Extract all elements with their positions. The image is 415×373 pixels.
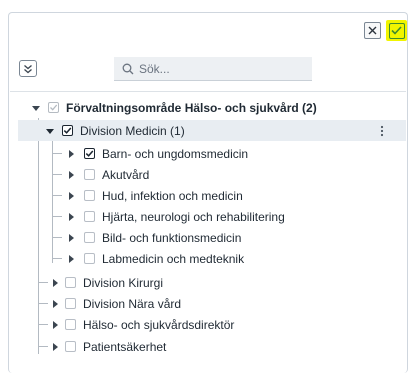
tree-guide-line xyxy=(52,258,62,259)
tree-node-child[interactable]: Akutvård xyxy=(66,164,149,185)
caret-down-icon[interactable] xyxy=(45,126,55,136)
tree-node-child[interactable]: Labmedicin och medteknik xyxy=(66,248,244,269)
tree-guide-line xyxy=(52,140,53,263)
checkbox-unchecked[interactable] xyxy=(84,232,95,243)
search-placeholder: Sök... xyxy=(139,61,170,76)
caret-right-icon[interactable] xyxy=(66,191,76,201)
caret-right-icon[interactable] xyxy=(50,320,60,330)
caret-right-icon[interactable] xyxy=(66,170,76,180)
checkbox-unchecked[interactable] xyxy=(65,298,76,309)
close-icon xyxy=(368,26,377,35)
expand-all-icon xyxy=(24,64,32,73)
tree-node-label: Division Medicin (1) xyxy=(80,123,185,138)
search-input[interactable]: Sök... xyxy=(114,57,312,81)
checkbox-partial[interactable] xyxy=(48,102,59,113)
tree-node-division-medicin[interactable]: Division Medicin (1) xyxy=(45,120,185,141)
checkbox-unchecked[interactable] xyxy=(65,341,76,352)
tree-guide-line xyxy=(38,346,48,347)
caret-right-icon[interactable] xyxy=(50,278,60,288)
close-button[interactable] xyxy=(364,22,381,39)
caret-down-icon[interactable] xyxy=(31,103,41,113)
caret-right-icon[interactable] xyxy=(66,254,76,264)
tree-node-label: Division Kirurgi xyxy=(83,275,164,290)
tree-guide-line xyxy=(38,303,48,304)
tree-node-label: Hälso- och sjukvårdsdirektör xyxy=(83,317,235,332)
checkbox-unchecked[interactable] xyxy=(65,319,76,330)
check-icon xyxy=(391,26,402,35)
caret-right-icon[interactable] xyxy=(66,212,76,222)
tree-node-child[interactable]: Hjärta, neurologi och rehabilitering xyxy=(66,206,285,227)
confirm-button[interactable] xyxy=(386,20,407,41)
tree-node-root[interactable]: Förvaltningsområde Hälso- och sjukvård (… xyxy=(31,97,317,118)
tree-node-sibling[interactable]: Hälso- och sjukvårdsdirektör xyxy=(50,314,234,335)
caret-right-icon[interactable] xyxy=(66,233,76,243)
tree-guide-line xyxy=(38,324,48,325)
tree-node-label: Patientsäkerhet xyxy=(83,339,167,354)
expand-all-button[interactable] xyxy=(19,60,37,77)
tree-node-child[interactable]: Barn- och ungdomsmedicin xyxy=(66,143,248,164)
tree-node-sibling[interactable]: Division Kirurgi xyxy=(50,272,163,293)
checkbox-unchecked[interactable] xyxy=(84,190,95,201)
tree-node-label: Labmedicin och medteknik xyxy=(102,251,245,266)
checkbox-unchecked[interactable] xyxy=(84,169,95,180)
checkbox-checked[interactable] xyxy=(84,148,95,159)
checkbox-unchecked[interactable] xyxy=(84,253,95,264)
tree-node-sibling[interactable]: Division Nära vård xyxy=(50,293,181,314)
tree-node-label: Förvaltningsområde Hälso- och sjukvård (… xyxy=(66,100,317,115)
tree-node-child[interactable]: Hud, infektion och medicin xyxy=(66,185,243,206)
more-options-icon[interactable] xyxy=(380,125,384,137)
tree-guide-line xyxy=(52,216,62,217)
tree-guide-line xyxy=(52,237,62,238)
tree-guide-line xyxy=(52,174,62,175)
tree-guide-line xyxy=(52,195,62,196)
checkbox-unchecked[interactable] xyxy=(84,211,95,222)
tree-node-label: Division Nära vård xyxy=(83,296,182,311)
tree-node-label: Hud, infektion och medicin xyxy=(102,188,243,203)
divider xyxy=(10,91,406,92)
caret-right-icon[interactable] xyxy=(66,149,76,159)
checkbox-checked[interactable] xyxy=(62,125,73,136)
caret-right-icon[interactable] xyxy=(50,342,60,352)
tree-node-label: Akutvård xyxy=(102,167,150,182)
tree-node-label: Hjärta, neurologi och rehabilitering xyxy=(102,209,285,224)
checkbox-unchecked[interactable] xyxy=(65,277,76,288)
caret-right-icon[interactable] xyxy=(50,299,60,309)
tree-node-label: Bild- och funktionsmedicin xyxy=(102,230,242,245)
tree-guide-line xyxy=(38,282,48,283)
search-icon xyxy=(122,63,134,74)
tree-node-child[interactable]: Bild- och funktionsmedicin xyxy=(66,227,241,248)
tree-guide-line xyxy=(38,118,39,354)
tree-guide-line xyxy=(52,153,62,154)
tree-node-sibling[interactable]: Patientsäkerhet xyxy=(50,336,166,357)
tree-node-label: Barn- och ungdomsmedicin xyxy=(102,146,249,161)
